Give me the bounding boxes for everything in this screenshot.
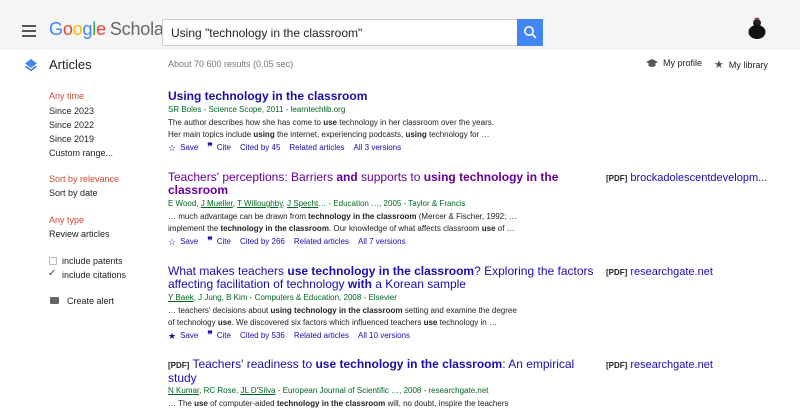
related-articles-link[interactable]: Related articles: [294, 237, 349, 247]
result-actions: ☆ Save ❞ Cite Cited by 45 Related articles…: [168, 143, 402, 154]
create-alert-link[interactable]: Create alert: [67, 296, 114, 306]
include-patents-checkbox[interactable]: [49, 257, 57, 265]
search-button[interactable]: [517, 19, 543, 46]
sort-by-relevance[interactable]: Sort by relevance: [49, 174, 119, 184]
result-meta: N Kumar, RC Rose, JL D'Silva - European …: [168, 386, 489, 395]
pdf-side-link[interactable]: [PDF] researchgate.net: [606, 266, 713, 278]
search-input[interactable]: [162, 19, 517, 46]
all-versions-link[interactable]: All 3 versions: [354, 143, 402, 153]
result-snippet: … much advantage can be drawn from techn…: [168, 212, 517, 221]
star-outline-icon: ☆: [168, 143, 177, 153]
result-snippet: implement the technology in the classroo…: [168, 224, 515, 233]
result-title[interactable]: What makes teachers use technology in th…: [168, 265, 594, 291]
filter-custom-range[interactable]: Custom range...: [49, 148, 113, 158]
author-link[interactable]: J Mueller: [201, 199, 233, 208]
filter-any-type[interactable]: Any type: [49, 215, 84, 225]
author-link[interactable]: Y Baek: [168, 293, 194, 302]
save-button[interactable]: ☆ Save: [168, 143, 198, 153]
star-filled-icon: ★: [168, 331, 177, 341]
related-articles-link[interactable]: Related articles: [294, 331, 349, 341]
result-meta: E Wood, J Mueller, T Willoughby, J Spech…: [168, 199, 466, 208]
pdf-side-link[interactable]: [PDF] brockadolescentdevelopm...: [606, 172, 767, 184]
save-button[interactable]: ★ Save: [168, 331, 198, 341]
result-title[interactable]: [PDF] Teachers' readiness to use technol…: [168, 358, 574, 385]
related-articles-link[interactable]: Related articles: [289, 143, 344, 153]
result-actions: ★ Save ❞ Cite Cited by 536 Related article…: [168, 331, 410, 342]
star-icon: ★: [714, 59, 724, 71]
sort-by-date[interactable]: Sort by date: [49, 188, 98, 198]
cited-by-link[interactable]: Cited by 45: [240, 143, 280, 153]
star-outline-icon: ☆: [168, 237, 177, 247]
result-meta: Y Baek, J Jung, B Kim - Computers & Educ…: [168, 293, 397, 302]
author-link[interactable]: JL D'Silva: [240, 386, 275, 395]
cited-by-link[interactable]: Cited by 536: [240, 331, 285, 341]
save-button[interactable]: ☆ Save: [168, 237, 198, 247]
cite-button[interactable]: ❞ Cite: [207, 143, 231, 153]
author-link[interactable]: N Kumar: [168, 386, 199, 395]
include-patents-label[interactable]: include patents: [62, 256, 123, 266]
include-citations-checkbox[interactable]: ✓: [48, 269, 56, 279]
filter-since-2022[interactable]: Since 2022: [49, 120, 94, 130]
author-link[interactable]: T Willoughby: [237, 199, 283, 208]
results-count: About 70 600 results (0,05 sec): [168, 59, 294, 69]
hamburger-menu-icon[interactable]: [22, 25, 36, 37]
quote-icon: ❞: [207, 142, 213, 153]
result-snippet: of technology use. We discovered six fac…: [168, 318, 497, 327]
result-title[interactable]: Using technology in the classroom: [168, 90, 367, 103]
articles-icon: [25, 59, 37, 71]
cite-button[interactable]: ❞ Cite: [207, 237, 231, 247]
filter-review-articles[interactable]: Review articles: [49, 229, 110, 239]
include-citations-label[interactable]: include citations: [62, 270, 126, 280]
result-snippet: The author describes how she has come to…: [168, 118, 494, 127]
cite-button[interactable]: ❞ Cite: [207, 331, 231, 341]
quote-icon: ❞: [207, 236, 213, 247]
envelope-icon: [50, 297, 59, 304]
top-bar: Google Scholar: [0, 0, 800, 50]
filter-any-time[interactable]: Any time: [49, 91, 84, 101]
google-scholar-logo[interactable]: Google Scholar: [49, 19, 170, 40]
cited-by-link[interactable]: Cited by 266: [240, 237, 285, 247]
result-actions: ☆ Save ❞ Cite Cited by 266 Related article…: [168, 237, 406, 248]
filter-since-2023[interactable]: Since 2023: [49, 106, 94, 116]
account-avatar[interactable]: [745, 14, 769, 40]
all-versions-link[interactable]: All 7 versions: [358, 237, 406, 247]
result-snippet: … teachers' decisions about using techno…: [168, 306, 517, 315]
search-icon: [524, 26, 537, 39]
all-versions-link[interactable]: All 10 versions: [358, 331, 410, 341]
quote-icon: ❞: [207, 330, 213, 341]
result-title[interactable]: Teachers' perceptions: Barriers and supp…: [168, 171, 558, 197]
result-snippet: Her main topics include using the intern…: [168, 130, 490, 139]
author-link[interactable]: J Specht: [287, 199, 318, 208]
my-library-link[interactable]: ★ My library: [714, 58, 768, 71]
graduation-cap-icon: [646, 59, 658, 67]
section-title-articles: Articles: [49, 57, 92, 72]
pdf-side-link[interactable]: [PDF] researchgate.net: [606, 359, 713, 371]
my-profile-link[interactable]: My profile: [646, 58, 702, 68]
filter-since-2019[interactable]: Since 2019: [49, 134, 94, 144]
result-meta: SR Boles - Science Scope, 2011 - learnte…: [168, 105, 346, 114]
result-snippet: … The use of computer-aided technology i…: [168, 399, 509, 408]
